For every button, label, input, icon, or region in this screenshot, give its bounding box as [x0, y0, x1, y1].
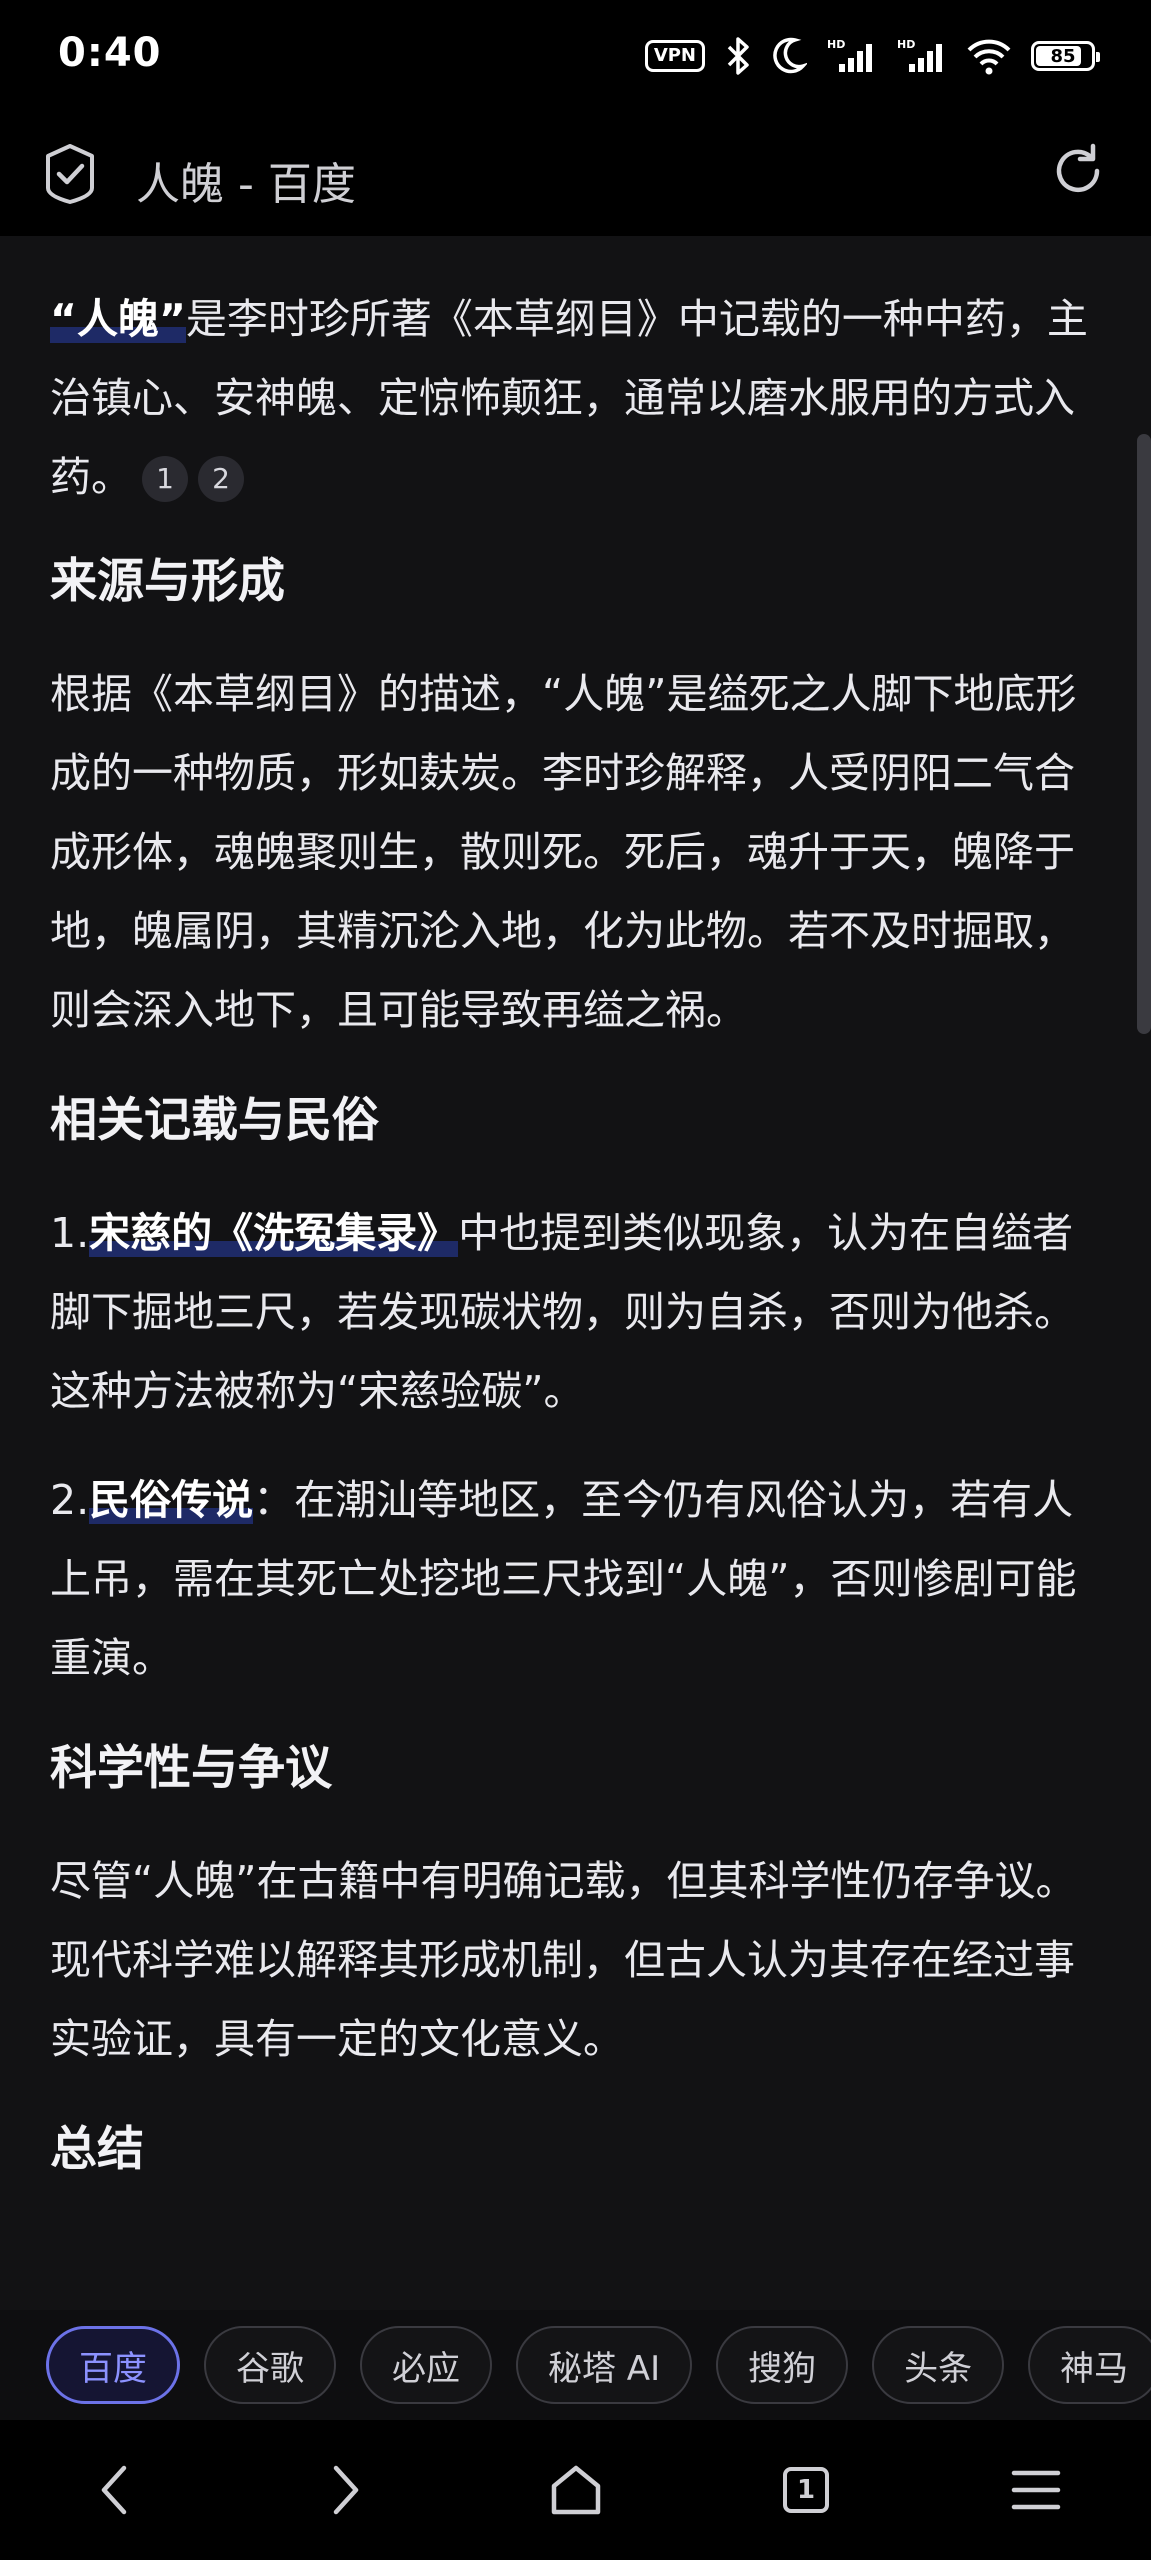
science-paragraph: 尽管“人魄”在古籍中有明确记载，但其科学性仍存争议。现代科学难以解释其形成机制，…: [50, 1857, 1077, 2063]
signal-hd-icon-2: HD: [897, 38, 942, 72]
tabs-button[interactable]: 1: [766, 2450, 846, 2530]
records-item-1-title: 宋慈的《洗冤集录》: [89, 1209, 459, 1257]
article-content[interactable]: “人魄”是李时珍所著《本草纲目》中记载的一种中药，主治镇心、安神魄、定惊怖颠狂，…: [0, 236, 1151, 2310]
engine-chip-sogou[interactable]: 搜狗: [716, 2326, 849, 2404]
moon-icon: [773, 37, 807, 74]
search-engine-chips: 百度 谷歌 必应 秘塔 AI 搜狗 头条 神马: [46, 2326, 1151, 2404]
back-arrow-icon: [101, 2465, 127, 2515]
browser-title-bar: 人魄 - 百度: [0, 118, 1151, 354]
list-number-1: 1.: [50, 1209, 90, 1257]
reload-icon[interactable]: [1047, 140, 1109, 202]
menu-icon: [1011, 2470, 1061, 2510]
shield-check-icon[interactable]: [42, 142, 98, 206]
engine-chip-bing[interactable]: 必应: [360, 2326, 492, 2404]
search-engine-bar: 百度 谷歌 必应 秘塔 AI 搜狗 头条 神马: [0, 2310, 1151, 2420]
article-body: “人魄”是李时珍所著《本草纲目》中记载的一种中药，主治镇心、安神魄、定惊怖颠狂，…: [50, 280, 1100, 2185]
scrollbar[interactable]: [1137, 434, 1151, 1034]
records-item-2: 2.民俗传说：在潮汕等地区，至今仍有风俗认为，若有人上吊，需在其死亡处挖地三尺找…: [50, 1461, 1100, 1698]
engine-chip-baidu[interactable]: 百度: [46, 2326, 180, 2404]
signal-hd-icon: HD: [827, 38, 872, 72]
reference-2[interactable]: 2: [198, 455, 244, 502]
wifi-icon: [967, 39, 1011, 75]
tabs-count: 1: [796, 2475, 816, 2505]
status-icons: VPN HD HD 85: [644, 34, 1100, 78]
battery-level: 85: [1050, 45, 1076, 67]
intro-term: “人魄”: [50, 295, 186, 343]
status-time: 0:40: [58, 30, 162, 76]
forward-arrow-icon: [333, 2465, 359, 2515]
bottom-navigation: 1: [0, 2420, 1151, 2560]
svg-text:HD: HD: [827, 38, 845, 51]
intro-paragraph: “人魄”是李时珍所著《本草纲目》中记载的一种中药，主治镇心、安神魄、定惊怖颠狂，…: [50, 280, 1100, 517]
heading-source: 来源与形成: [50, 554, 285, 609]
heading-science: 科学性与争议: [50, 1741, 332, 1796]
engine-chip-metaso[interactable]: 秘塔 AI: [516, 2326, 693, 2404]
page-title[interactable]: 人魄 - 百度: [136, 148, 356, 212]
battery-indicator: 85: [1031, 41, 1100, 71]
records-item-2-title: 民俗传说: [89, 1476, 254, 1524]
svg-text:HD: HD: [897, 38, 915, 51]
vpn-badge: VPN: [644, 40, 705, 72]
home-icon: [551, 2465, 601, 2515]
forward-button[interactable]: [306, 2450, 386, 2530]
home-button[interactable]: [536, 2450, 616, 2530]
back-button[interactable]: [74, 2450, 154, 2530]
engine-chip-toutiao[interactable]: 头条: [872, 2326, 1005, 2404]
source-paragraph: 根据《本草纲目》的描述，“人魄”是缢死之人脚下地底形成的一种物质，形如麸炭。李时…: [50, 670, 1077, 1034]
heading-summary: 总结: [50, 2122, 144, 2177]
reference-1[interactable]: 1: [142, 455, 188, 502]
menu-button[interactable]: [996, 2450, 1076, 2530]
bluetooth-icon: [727, 37, 749, 75]
list-number-2: 2.: [50, 1476, 90, 1524]
engine-chip-google[interactable]: 谷歌: [204, 2326, 336, 2404]
heading-records: 相关记载与民俗: [50, 1093, 379, 1148]
status-bar: 0:40 VPN HD HD 85: [0, 0, 1151, 118]
records-item-1: 1.宋慈的《洗冤集录》中也提到类似现象，认为在自缢者脚下掘地三尺，若发现碳状物，…: [50, 1194, 1100, 1431]
engine-chip-shenma[interactable]: 神马: [1028, 2326, 1151, 2404]
